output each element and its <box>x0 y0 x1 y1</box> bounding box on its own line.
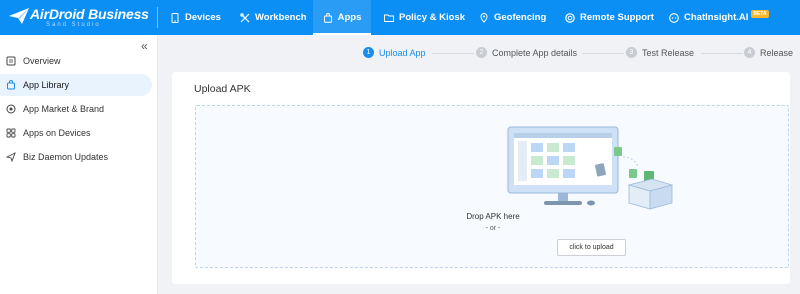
step-upload-app: 1 Upload App <box>363 47 426 58</box>
sidebar: « Overview App Library App Market & Bran… <box>0 35 158 294</box>
upload-steps: 1 Upload App 2 Complete App details 3 Te… <box>158 35 800 71</box>
market-icon <box>6 104 16 114</box>
or-separator: - or - <box>485 225 501 232</box>
drop-apk-text: Drop APK here <box>466 212 520 221</box>
step-complete-details: 2 Complete App details <box>476 47 577 58</box>
top-navigation-bar: AirDroid Business Sand Studio Devices Wo… <box>0 0 800 35</box>
nav-devices-label: Devices <box>185 12 221 23</box>
tablet-icon <box>171 12 179 23</box>
step-number: 4 <box>744 47 755 58</box>
nav-geofencing-label: Geofencing <box>494 12 547 23</box>
nav-devices[interactable]: Devices <box>170 0 221 35</box>
nav-apps-label: Apps <box>337 12 362 23</box>
step-connector <box>701 53 743 54</box>
step-number: 1 <box>363 47 374 58</box>
step-label: Upload App <box>379 47 426 58</box>
sidebar-item-label: App Market & Brand <box>23 104 105 114</box>
apk-drop-zone[interactable]: Drop APK here - or - click to upload <box>195 105 789 268</box>
step-connector <box>582 53 624 54</box>
step-number: 3 <box>626 47 637 58</box>
sidebar-item-apps-on-devices[interactable]: Apps on Devices <box>0 122 152 144</box>
nav-remote-support-label: Remote Support <box>580 12 654 23</box>
folder-icon <box>384 14 394 22</box>
sidebar-item-overview[interactable]: Overview <box>0 50 152 72</box>
sidebar-item-label: Overview <box>23 56 61 66</box>
library-icon <box>7 80 15 90</box>
step-label: Complete App details <box>492 47 578 58</box>
nav-chatinsight[interactable]: ChatInsight.AI BETA <box>669 0 769 35</box>
nav-apps[interactable]: Apps <box>313 0 371 35</box>
geofence-icon <box>480 12 488 23</box>
overview-icon <box>6 56 16 66</box>
paper-plane-logo-icon <box>9 8 29 24</box>
nav-remote-support[interactable]: Remote Support <box>565 0 654 35</box>
upload-card: Upload APK Drop APK here - or - click to… <box>172 72 790 284</box>
sidebar-item-label: App Library <box>23 80 70 90</box>
brand-title: AirDroid Business <box>30 6 149 22</box>
brand-subtitle: Sand Studio <box>46 22 101 28</box>
beta-badge: BETA <box>751 9 769 18</box>
sidebar-item-app-market[interactable]: App Market & Brand <box>0 98 152 120</box>
sidebar-item-label: Biz Daemon Updates <box>23 152 109 162</box>
nav-policy-kiosk[interactable]: Policy & Kiosk <box>384 0 465 35</box>
lifebuoy-icon <box>565 12 575 23</box>
step-number: 2 <box>476 47 487 58</box>
nav-geofencing[interactable]: Geofencing <box>479 0 546 35</box>
sidebar-item-app-library[interactable]: App Library <box>0 74 152 96</box>
shopping-bag-icon <box>323 12 332 23</box>
step-release: 4 Release <box>744 47 793 58</box>
step-label: Release <box>760 47 794 58</box>
step-label: Test Release <box>642 47 695 58</box>
step-connector <box>432 53 474 54</box>
brand-logo[interactable]: AirDroid Business Sand Studio <box>8 3 149 33</box>
logo-divider <box>157 7 158 28</box>
nav-workbench-label: Workbench <box>255 12 307 23</box>
apps-grid-icon <box>6 128 16 138</box>
step-test-release: 3 Test Release <box>626 47 694 58</box>
click-to-upload-button[interactable]: click to upload <box>557 239 626 256</box>
sidebar-item-biz-daemon[interactable]: Biz Daemon Updates <box>0 146 152 168</box>
upload-apk-title: Upload APK <box>194 83 251 95</box>
tools-icon <box>240 12 250 22</box>
nav-workbench[interactable]: Workbench <box>240 0 307 35</box>
nav-policy-label: Policy & Kiosk <box>399 12 465 23</box>
chat-ai-icon <box>669 12 679 23</box>
sidebar-item-label: Apps on Devices <box>23 128 91 138</box>
nav-chatinsight-label: ChatInsight.AI <box>684 12 749 23</box>
send-icon <box>6 152 16 162</box>
